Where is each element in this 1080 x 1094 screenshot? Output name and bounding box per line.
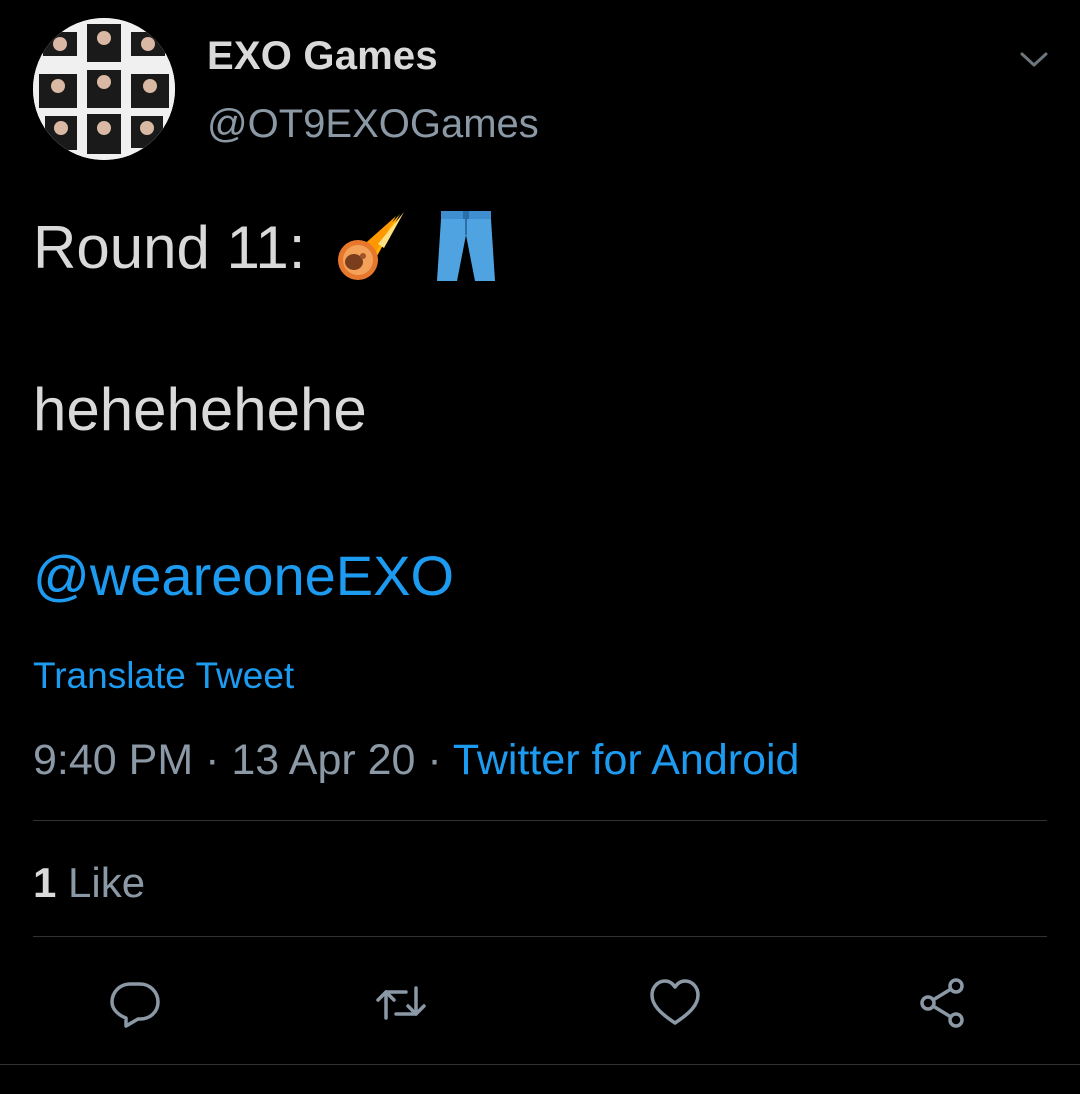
jeans-emoji xyxy=(435,209,497,295)
likes-stat[interactable]: 1 Like xyxy=(33,859,145,907)
divider xyxy=(33,820,1047,821)
reply-icon[interactable] xyxy=(108,976,162,1030)
likes-count: 1 xyxy=(33,859,57,906)
avatar[interactable] xyxy=(33,18,175,160)
avatar-collage-image xyxy=(33,18,175,160)
tweet-date[interactable]: 13 Apr 20 xyxy=(231,736,415,784)
divider xyxy=(33,936,1047,937)
round-label: Round 11: xyxy=(33,213,306,281)
chevron-down-icon[interactable] xyxy=(1016,44,1052,74)
tweet-text-line-2: hehehehehe xyxy=(33,376,367,443)
tweet-text-line-1: Round 11: xyxy=(33,209,497,295)
translate-tweet-link[interactable]: Translate Tweet xyxy=(33,655,294,697)
author-handle[interactable]: @OT9EXOGames xyxy=(207,102,539,147)
comet-emoji xyxy=(330,210,408,294)
tweet-time[interactable]: 9:40 PM xyxy=(33,736,193,784)
tweet-metadata: 9:40 PM · 13 Apr 20 · Twitter for Androi… xyxy=(33,736,799,785)
author-display-name[interactable]: EXO Games xyxy=(207,34,438,79)
heart-icon[interactable] xyxy=(648,976,702,1030)
meta-separator: · xyxy=(205,736,220,784)
tweet-detail: EXO Games @OT9EXOGames Round 11: heheheh… xyxy=(0,0,1080,1094)
tweet-source-link[interactable]: Twitter for Android xyxy=(453,736,800,784)
meta-separator: · xyxy=(427,736,442,784)
retweet-icon[interactable] xyxy=(374,976,428,1030)
share-icon[interactable] xyxy=(916,976,970,1030)
divider xyxy=(0,1064,1080,1065)
mention-link[interactable]: @weareoneEXO xyxy=(33,548,454,604)
likes-label: Like xyxy=(68,859,146,906)
